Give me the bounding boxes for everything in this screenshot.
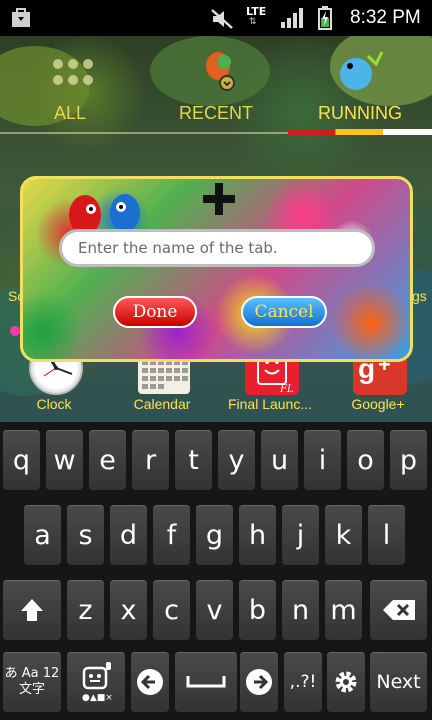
right-arrow-icon — [246, 669, 272, 695]
key-r[interactable]: r — [132, 430, 169, 490]
add-tab-dialog: Done Cancel — [20, 176, 413, 362]
key-w[interactable]: w — [46, 430, 83, 490]
backspace-icon — [382, 600, 415, 620]
backspace-key[interactable] — [370, 580, 427, 640]
emoji-key[interactable]: ●▲■× — [67, 652, 125, 712]
done-button[interactable]: Done — [113, 296, 197, 328]
clock-time: 8:32 PM — [350, 7, 421, 28]
key-h[interactable]: h — [239, 505, 276, 565]
active-tab-indicator — [288, 129, 432, 135]
app-drawer: ALL RECENT RUNNING So gs Clock Calendar … — [0, 36, 432, 422]
input-mode-sublabel: 文字 — [18, 682, 45, 697]
cursor-left-key[interactable] — [131, 652, 169, 712]
mute-icon — [211, 9, 233, 29]
data-activity-icon: ⇅ — [249, 17, 257, 27]
punctuation-key[interactable]: ,.?! — [284, 652, 322, 712]
key-s[interactable]: s — [67, 505, 104, 565]
app-label: Google+ — [351, 396, 405, 412]
key-l[interactable]: l — [368, 505, 405, 565]
left-arrow-icon — [137, 669, 163, 695]
settings-key[interactable] — [327, 652, 365, 712]
key-b[interactable]: b — [239, 580, 276, 640]
flower-decoration — [10, 326, 20, 336]
tab-recent[interactable]: RECENT — [168, 96, 264, 130]
bluebird-icon — [340, 51, 384, 90]
key-n[interactable]: n — [282, 580, 319, 640]
svg-text:FL: FL — [279, 384, 294, 395]
cancel-button[interactable]: Cancel — [241, 296, 327, 328]
next-key[interactable]: Next — [370, 652, 427, 712]
shift-icon — [21, 599, 43, 621]
input-mode-key[interactable]: あ Aa 12 文字 — [3, 652, 61, 712]
plus-icon — [203, 183, 235, 215]
key-i[interactable]: i — [304, 430, 341, 490]
key-o[interactable]: o — [347, 430, 384, 490]
store-icon — [12, 8, 30, 27]
key-y[interactable]: y — [218, 430, 255, 490]
svg-text:●▲■×: ●▲■× — [82, 693, 113, 702]
key-c[interactable]: c — [153, 580, 190, 640]
tab-bar: ALL RECENT RUNNING — [0, 96, 432, 132]
emoji-icon: ●▲■× — [82, 662, 113, 702]
key-u[interactable]: u — [261, 430, 298, 490]
signal-icon — [281, 8, 303, 28]
app-label: Final Launc... — [227, 396, 313, 412]
tab-all[interactable]: ALL — [30, 96, 110, 130]
key-t[interactable]: t — [175, 430, 212, 490]
soft-keyboard: q w e r t y u i o p a s d f g h j k l z … — [0, 422, 432, 720]
shift-key[interactable] — [3, 580, 61, 640]
input-mode-label: あ Aa 12 — [4, 666, 60, 681]
tab-name-input[interactable] — [59, 229, 375, 267]
key-g[interactable]: g — [196, 505, 233, 565]
tab-divider — [0, 132, 288, 134]
status-bar: LTE ⇅ 8:32 PM — [0, 0, 432, 36]
space-icon — [186, 676, 226, 688]
app-label: Clock — [36, 396, 72, 412]
hidden-app-label-fragment: gs — [412, 288, 427, 304]
cursor-right-key[interactable] — [240, 652, 278, 712]
tab-running[interactable]: RUNNING — [288, 96, 432, 130]
key-k[interactable]: k — [325, 505, 362, 565]
settings-icon — [335, 671, 357, 693]
key-j[interactable]: j — [282, 505, 319, 565]
key-m[interactable]: m — [325, 580, 362, 640]
battery-charging-icon — [318, 6, 332, 30]
key-v[interactable]: v — [196, 580, 233, 640]
key-d[interactable]: d — [110, 505, 147, 565]
app-label: Calendar — [133, 396, 191, 412]
key-q[interactable]: q — [3, 430, 40, 490]
key-p[interactable]: p — [390, 430, 427, 490]
key-z[interactable]: z — [67, 580, 104, 640]
app-dots-icon — [53, 59, 93, 85]
space-key[interactable] — [175, 652, 237, 712]
parrot-icon — [206, 52, 235, 91]
key-f[interactable]: f — [153, 505, 190, 565]
key-e[interactable]: e — [89, 430, 126, 490]
key-a[interactable]: a — [24, 505, 61, 565]
key-x[interactable]: x — [110, 580, 147, 640]
